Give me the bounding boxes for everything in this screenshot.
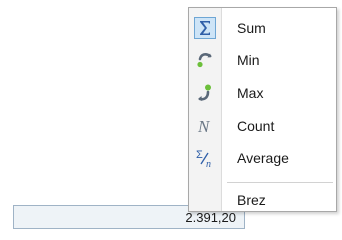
menu-item-label: Count [237, 118, 275, 134]
average-icon: Σ n [194, 147, 216, 169]
max-icon [194, 82, 216, 104]
menu-item-label: Brez [237, 192, 266, 208]
svg-text:N: N [197, 117, 211, 136]
menu-item-label: Max [237, 85, 264, 101]
menu-separator [227, 182, 333, 183]
menu-item-average[interactable]: Σ n Average [189, 144, 336, 172]
sigma-icon [194, 17, 216, 39]
min-icon [194, 49, 216, 71]
menu-item-min[interactable]: Min [189, 46, 336, 74]
svg-text:Σ: Σ [196, 149, 203, 161]
menu-item-none[interactable]: Brez [189, 186, 336, 214]
workspace: 2.391,20 Sum Min Max N Count Σ n Average… [0, 0, 342, 240]
menu-item-sum[interactable]: Sum [189, 14, 336, 42]
menu-item-label: Min [237, 52, 260, 68]
count-icon: N [194, 115, 216, 137]
svg-text:n: n [206, 159, 211, 169]
menu-item-label: Average [237, 150, 289, 166]
summary-context-menu: Sum Min Max N Count Σ n Average Brez [188, 7, 337, 212]
menu-item-max[interactable]: Max [189, 79, 336, 107]
menu-item-label: Sum [237, 20, 266, 36]
menu-item-count[interactable]: N Count [189, 112, 336, 140]
